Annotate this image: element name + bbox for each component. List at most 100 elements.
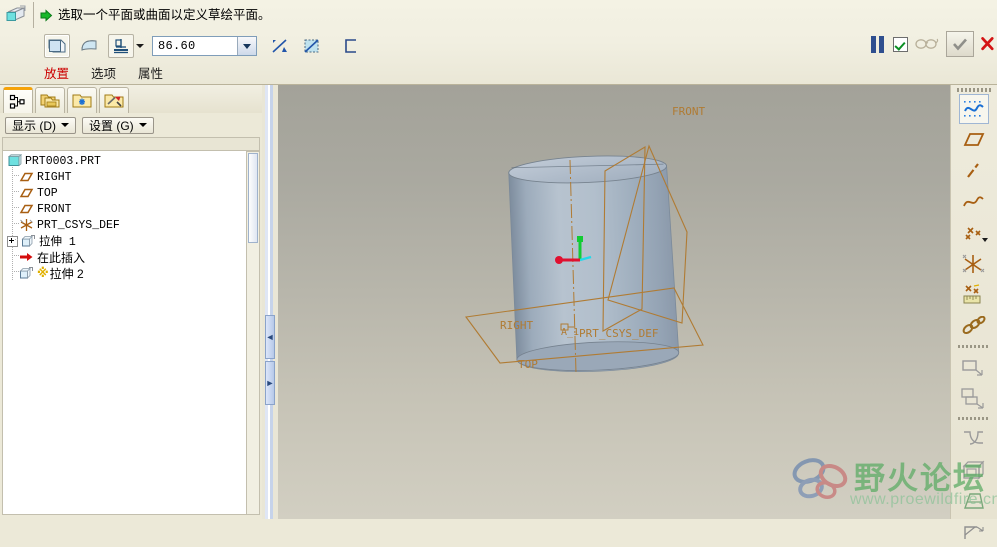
extrude-tool[interactable] (959, 352, 989, 382)
tree-item-csys[interactable]: PRT_CSYS_DEF (3, 217, 259, 233)
tree-branch (12, 191, 19, 192)
feature-toolbar (950, 85, 997, 539)
chevron-down-icon (138, 123, 147, 127)
plane-surface-icon[interactable] (44, 34, 70, 58)
angle-input[interactable]: 86.60 (152, 36, 257, 56)
angle-value: 86.60 (158, 39, 196, 53)
chevron-down-icon[interactable] (134, 34, 145, 58)
folder-browser-tab[interactable] (35, 87, 65, 113)
tree-item-right[interactable]: RIGHT (3, 169, 259, 185)
coordinate-system-tool[interactable] (959, 249, 989, 279)
tree-item-label: 在此插入 (37, 250, 86, 265)
feature-dashboard: 选取一个平面或曲面以定义草绘平面。 86.60 放置 选项 属性 (0, 0, 997, 85)
model-tree-icon (9, 94, 25, 109)
tree-item-part[interactable]: PRT0003.PRT (3, 153, 259, 169)
dashboard-right-commands (871, 30, 997, 58)
part-icon (7, 153, 23, 168)
open-section-icon[interactable] (339, 34, 365, 58)
angle-dropdown-icon[interactable] (237, 37, 256, 55)
tab-placement[interactable]: 放置 (44, 63, 69, 82)
red-x-cancel-icon[interactable] (981, 32, 997, 56)
sketch-orientation-combo[interactable] (108, 34, 145, 58)
folder-browser-icon (40, 94, 60, 108)
section-fill-icon[interactable] (299, 34, 325, 58)
tree-item-front[interactable]: FRONT (3, 201, 259, 217)
flip-direction-icon[interactable] (267, 34, 293, 58)
status-message-row: 选取一个平面或曲面以定义草绘平面。 (40, 6, 271, 24)
sketch-orientation-icon[interactable] (108, 34, 134, 58)
tree-column-header[interactable] (2, 137, 260, 151)
tree-branch (12, 175, 19, 176)
shell-icon (962, 460, 985, 480)
connections-tab[interactable] (99, 87, 129, 113)
tools-folder-icon (104, 94, 124, 108)
chevron-down-icon (61, 123, 69, 127)
datum-axis-tool[interactable] (959, 156, 989, 186)
insert-here-arrow-icon (19, 250, 34, 264)
tree-branch (12, 255, 19, 256)
tree-vertical-scrollbar[interactable] (246, 151, 260, 515)
favorites-tab[interactable] (67, 87, 97, 113)
checkbox-checked-icon[interactable] (893, 36, 908, 52)
rib-icon (964, 526, 984, 539)
chain-reference-tool[interactable] (959, 311, 989, 341)
analysis-point-tool[interactable] (959, 280, 989, 310)
tab-properties[interactable]: 属性 (138, 63, 163, 82)
status-message-text: 选取一个平面或曲面以定义草绘平面。 (58, 8, 271, 22)
toolbar-grip[interactable] (957, 88, 991, 92)
show-menu-label: 显示 (D) (12, 118, 56, 133)
datum-plane-icon (963, 133, 985, 146)
toolbar-divider (33, 2, 34, 28)
toolbar-separator (958, 345, 990, 348)
chain-link-icon (962, 316, 986, 335)
show-menu-button[interactable]: 显示 (D) (5, 116, 76, 134)
revolve-tool[interactable] (959, 383, 989, 413)
datum-axis-icon (967, 163, 979, 178)
datum-plane-tool[interactable] (959, 125, 989, 155)
tree-item-extrude-1[interactable]: 拉伸 1 (3, 233, 259, 249)
tree-item-extrude-2[interactable]: ※ 拉伸 2 (3, 265, 259, 281)
scrollbar-thumb[interactable] (248, 153, 258, 243)
application-window: 选取一个平面或曲面以定义草绘平面。 86.60 放置 选项 属性 显示 (D) … (0, 0, 997, 539)
model-tree[interactable]: PRT0003.PRT RIGHT TOP FRONT PRT_CSYS_DEF… (2, 151, 260, 515)
tab-options[interactable]: 选项 (91, 63, 116, 82)
check-accept-icon[interactable] (946, 31, 974, 57)
tree-item-top[interactable]: TOP (3, 185, 259, 201)
settings-menu-button[interactable]: 设置 (G) (82, 116, 154, 134)
model-tree-tab[interactable] (3, 87, 33, 113)
collapse-left-handle[interactable]: ◄ (265, 315, 275, 359)
draft-angle-tool[interactable] (959, 486, 989, 516)
round-fillet-tool[interactable] (959, 424, 989, 454)
pause-icon[interactable] (871, 35, 886, 53)
rib-tool[interactable] (959, 517, 989, 547)
datum-plane-icon (19, 202, 34, 216)
navigator-tabs (0, 85, 262, 113)
tree-item-prefix: ※ (37, 266, 49, 280)
extrude-icon (962, 360, 983, 376)
dashboard-controls: 86.60 (44, 31, 365, 61)
sketch-curve-tool[interactable] (959, 94, 989, 124)
tree-branch (15, 239, 19, 240)
datum-point-tool[interactable] (959, 218, 989, 248)
collapse-right-handle[interactable]: ► (265, 361, 275, 405)
tree-branch (12, 271, 19, 272)
panel-splitter[interactable]: ◄ ► (262, 85, 278, 519)
quilt-surface-icon[interactable] (76, 34, 102, 58)
tree-branch (12, 207, 19, 208)
extrude-icon (3, 3, 29, 27)
glasses-preview-icon[interactable] (915, 36, 939, 53)
chevron-down-icon[interactable] (982, 238, 988, 242)
tree-item-insert-here[interactable]: 在此插入 (3, 249, 259, 265)
tree-item-label: PRT0003.PRT (25, 154, 101, 168)
shell-tool[interactable] (959, 455, 989, 485)
analysis-measure-icon (963, 284, 981, 304)
datum-curve-tool[interactable] (959, 187, 989, 217)
graphics-viewport[interactable]: FRONT RIGHT TOP PRT_CSYS_DEF A_1 (278, 85, 950, 519)
tree-expander-plus[interactable] (7, 235, 18, 247)
favorites-folder-icon (72, 94, 92, 108)
draft-angle-icon (964, 493, 984, 509)
tree-item-label: FRONT (37, 202, 72, 216)
